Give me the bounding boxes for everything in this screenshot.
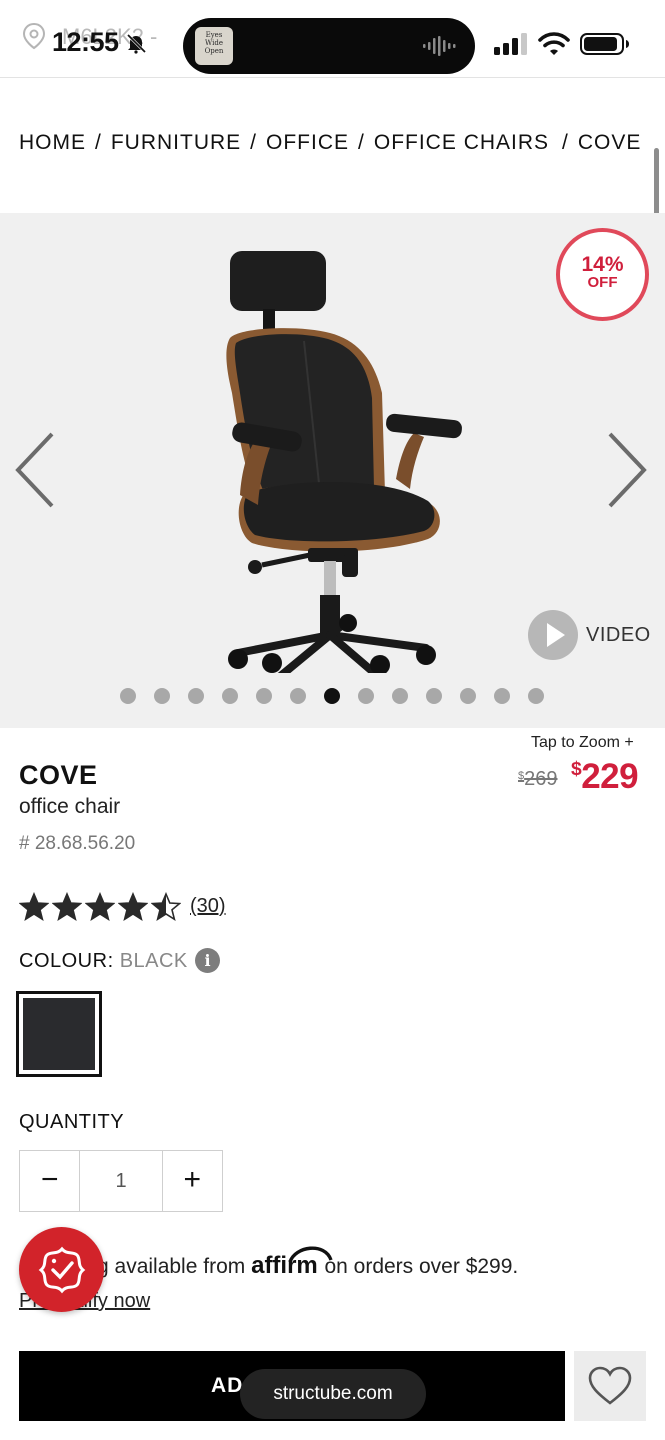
product-sku: # 28.68.56.20 [19,833,136,854]
product-gallery[interactable]: 14% OFF VIDEO [0,213,665,728]
info-icon[interactable]: i [195,948,220,973]
breadcrumb-home[interactable]: HOME [19,131,86,155]
carousel-dot[interactable] [290,688,306,704]
album-art-text: Eyes Wide Open [204,31,224,55]
carousel-dot[interactable] [154,688,170,704]
breadcrumb-office-chairs[interactable]: OFFICE CHAIRS [374,131,549,155]
discount-off-label: OFF [587,274,618,291]
breadcrumb-office[interactable]: OFFICE [266,131,349,155]
breadcrumb-separator: / [250,131,258,154]
star-full-icon [19,892,49,922]
quantity-input[interactable]: 1 [79,1151,163,1211]
carousel-dot[interactable] [358,688,374,704]
product-subtitle: office chair [19,795,121,818]
carousel-dots [120,688,544,704]
previous-image-arrow-icon[interactable] [12,428,60,512]
rating-stars[interactable] [19,892,181,922]
quantity-stepper: − 1 + [19,1150,223,1212]
breadcrumb-furniture[interactable]: FURNITURE [111,131,241,155]
carousel-dot[interactable] [426,688,442,704]
colour-value: BLACK [119,950,188,972]
dynamic-island[interactable]: Eyes Wide Open [183,18,475,74]
tap-to-zoom-hint[interactable]: Tap to Zoom + [531,734,634,752]
sale-price: $229 [571,757,639,797]
breadcrumb-current: COVE [577,131,642,154]
star-half-icon [151,892,181,922]
breadcrumb-separator: / [95,131,102,154]
play-icon [528,610,578,660]
reviews-link[interactable]: (30) [190,895,226,918]
quantity-decrease-button[interactable]: − [20,1151,79,1211]
carousel-dot[interactable] [528,688,544,704]
sale-price-value: 229 [581,757,639,796]
status-bar: M6L2K2 - 12:55 Eyes Wide Open [0,0,665,78]
financing-text-start: g available from [97,1255,246,1278]
colour-heading: COLOUR: BLACK [19,950,188,973]
wishlist-button[interactable] [574,1351,646,1421]
quantity-increase-button[interactable]: + [163,1151,222,1211]
carousel-dot[interactable] [460,688,476,704]
star-full-icon [118,892,148,922]
battery-icon [580,33,629,55]
original-price-currency: $ [518,770,525,782]
promo-badge-icon [38,1246,86,1294]
star-full-icon [52,892,82,922]
breadcrumb-separator: / [358,131,365,154]
original-price: $269 [518,768,558,791]
original-price-value: 269 [524,768,558,790]
quantity-label: QUANTITY [19,1111,125,1133]
discount-percent: 14% [581,253,624,276]
affirm-logo: affirm [251,1246,333,1279]
promo-button[interactable] [19,1227,104,1312]
colour-label: COLOUR: [19,950,114,972]
financing-text-end: on orders over $299. [324,1255,519,1278]
next-image-arrow-icon[interactable] [602,428,650,512]
breadcrumb: HOME / FURNITURE / OFFICE / OFFICE CHAIR… [19,131,641,155]
video-button[interactable]: VIDEO [528,610,651,660]
video-label: VIDEO [586,623,651,646]
carousel-dot[interactable] [324,688,340,704]
carousel-dot[interactable] [120,688,136,704]
carousel-dot[interactable] [494,688,510,704]
carousel-dot[interactable] [188,688,204,704]
product-image [226,251,462,673]
location-pin-icon [22,22,46,50]
carousel-dot[interactable] [392,688,408,704]
bell-muted-icon [126,33,147,54]
audio-waveform-icon [423,36,456,56]
carousel-dot[interactable] [256,688,272,704]
url-bar[interactable]: structube.com [240,1369,426,1419]
star-full-icon [85,892,115,922]
affirm-arc-icon [288,1246,333,1263]
album-art: Eyes Wide Open [195,27,233,65]
colour-swatch-black[interactable] [16,991,102,1077]
carousel-dot[interactable] [222,688,238,704]
sale-price-currency: $ [571,759,582,780]
cellular-signal-icon [494,33,527,55]
wifi-icon [538,32,570,55]
discount-badge: 14% OFF [556,228,649,321]
product-name: COVE [19,760,98,790]
swatch-fill [23,998,95,1070]
breadcrumb-separator: / [562,131,569,154]
clock: 12:55 [52,27,119,57]
heart-icon [588,1366,632,1405]
